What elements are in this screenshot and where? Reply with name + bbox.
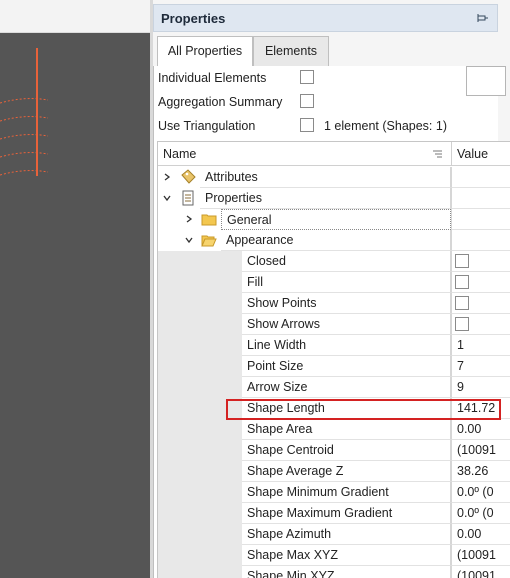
value-cell[interactable]	[451, 230, 510, 251]
property-value[interactable]: 0.0º (0	[457, 506, 494, 520]
property-row-shape-average-z[interactable]: Shape Average Z 38.26	[158, 461, 510, 482]
show-points-checkbox[interactable]	[455, 296, 469, 310]
pin-icon[interactable]	[477, 12, 489, 24]
property-row-shape-minimum-gradient[interactable]: Shape Minimum Gradient 0.0º (0	[158, 482, 510, 503]
property-label: Shape Average Z	[247, 464, 344, 478]
property-value[interactable]: 0.00	[457, 422, 481, 436]
property-value[interactable]: (10091	[457, 569, 496, 578]
property-row-fill[interactable]: Fill	[158, 272, 510, 293]
tab-elements[interactable]: Elements	[253, 36, 329, 66]
viewport-toolbar	[0, 0, 150, 33]
property-row-shape-min-xyz[interactable]: Shape Min XYZ (10091	[158, 566, 510, 578]
filter-box[interactable]	[466, 66, 506, 96]
property-label: Line Width	[247, 338, 307, 352]
property-row-shape-area[interactable]: Shape Area 0.00	[158, 419, 510, 440]
property-row-closed[interactable]: Closed	[158, 251, 510, 272]
value-cell[interactable]	[451, 209, 510, 230]
property-label: Point Size	[247, 359, 304, 373]
chevron-down-icon[interactable]	[163, 194, 171, 202]
property-grid: Name Value Attributes Properties General…	[157, 141, 510, 578]
property-row-show-points[interactable]: Show Points	[158, 293, 510, 314]
column-value-header[interactable]: Value	[457, 147, 488, 161]
property-label: Closed	[247, 254, 286, 268]
property-label: Shape Minimum Gradient	[247, 485, 389, 499]
name-cell: General	[221, 209, 451, 230]
property-value[interactable]: (10091	[457, 548, 496, 562]
property-row-shape-max-xyz[interactable]: Shape Max XYZ (10091	[158, 545, 510, 566]
closed-checkbox[interactable]	[455, 254, 469, 268]
value-cell[interactable]	[451, 167, 510, 188]
aggregation-summary-checkbox[interactable]	[300, 94, 314, 108]
tag-icon	[181, 169, 196, 184]
shape-contours	[0, 98, 49, 176]
property-value[interactable]: (10091	[457, 443, 496, 457]
aggregation-summary-label: Aggregation Summary	[158, 95, 283, 109]
shape-length-highlight	[226, 399, 501, 420]
property-value[interactable]: 0.0º (0	[457, 485, 494, 499]
chevron-right-icon[interactable]	[185, 215, 193, 223]
property-row-shape-centroid[interactable]: Shape Centroid (10091	[158, 440, 510, 461]
tree-label: Properties	[205, 191, 262, 205]
folder-icon	[201, 214, 217, 226]
property-row-shape-maximum-gradient[interactable]: Shape Maximum Gradient 0.0º (0	[158, 503, 510, 524]
property-row-point-size[interactable]: Point Size 7	[158, 356, 510, 377]
property-label: Shape Azimuth	[247, 527, 332, 541]
name-cell: Attributes	[200, 167, 451, 188]
property-row-shape-azimuth[interactable]: Shape Azimuth 0.00	[158, 524, 510, 545]
chevron-down-icon[interactable]	[185, 236, 193, 244]
tree-row-attributes[interactable]: Attributes	[158, 167, 510, 188]
property-label: Show Points	[247, 296, 317, 310]
tree-row-appearance[interactable]: Appearance	[158, 230, 510, 251]
property-label: Shape Centroid	[247, 443, 334, 457]
property-label: Shape Min XYZ	[247, 569, 335, 578]
show-arrows-checkbox[interactable]	[455, 317, 469, 331]
property-value[interactable]: 9	[457, 380, 464, 394]
column-separator[interactable]	[451, 142, 452, 166]
property-label: Show Arrows	[247, 317, 320, 331]
property-value[interactable]: 1	[457, 338, 464, 352]
property-label: Fill	[247, 275, 263, 289]
property-label: Shape Max XYZ	[247, 548, 339, 562]
viewport-panel[interactable]	[0, 0, 150, 578]
use-triangulation-checkbox[interactable]	[300, 118, 314, 132]
property-value[interactable]: 7	[457, 359, 464, 373]
selection-info: 1 element (Shapes: 1)	[324, 119, 447, 133]
grid-header: Name Value	[158, 142, 510, 166]
tree-label: General	[227, 213, 272, 227]
panel-header: Properties	[153, 4, 498, 32]
list-icon	[182, 190, 194, 206]
property-label: Shape Area	[247, 422, 313, 436]
name-cell: Appearance	[221, 230, 451, 251]
shape-drawing[interactable]	[0, 33, 150, 578]
chevron-right-icon[interactable]	[163, 173, 171, 181]
tab-all-properties[interactable]: All Properties	[157, 36, 253, 67]
column-name-header[interactable]: Name	[163, 147, 196, 161]
property-row-arrow-size[interactable]: Arrow Size 9	[158, 377, 510, 398]
property-value[interactable]: 0.00	[457, 527, 481, 541]
sort-icon[interactable]	[433, 150, 442, 158]
tree-row-properties[interactable]: Properties	[158, 188, 510, 209]
property-row-show-arrows[interactable]: Show Arrows	[158, 314, 510, 335]
property-label: Shape Maximum Gradient	[247, 506, 393, 520]
folder-open-icon	[201, 235, 217, 247]
use-triangulation-label: Use Triangulation	[158, 119, 256, 133]
tree-label: Attributes	[205, 170, 258, 184]
panel-title: Properties	[161, 11, 226, 26]
fill-checkbox[interactable]	[455, 275, 469, 289]
value-cell[interactable]	[451, 188, 510, 209]
property-row-line-width[interactable]: Line Width 1	[158, 335, 510, 356]
name-cell: Properties	[200, 188, 451, 209]
tree-label: Appearance	[226, 233, 294, 247]
property-label: Arrow Size	[247, 380, 308, 394]
individual-elements-checkbox[interactable]	[300, 70, 314, 84]
individual-elements-label: Individual Elements	[158, 71, 267, 85]
property-value[interactable]: 38.26	[457, 464, 488, 478]
tree-row-general[interactable]: General	[158, 209, 510, 230]
